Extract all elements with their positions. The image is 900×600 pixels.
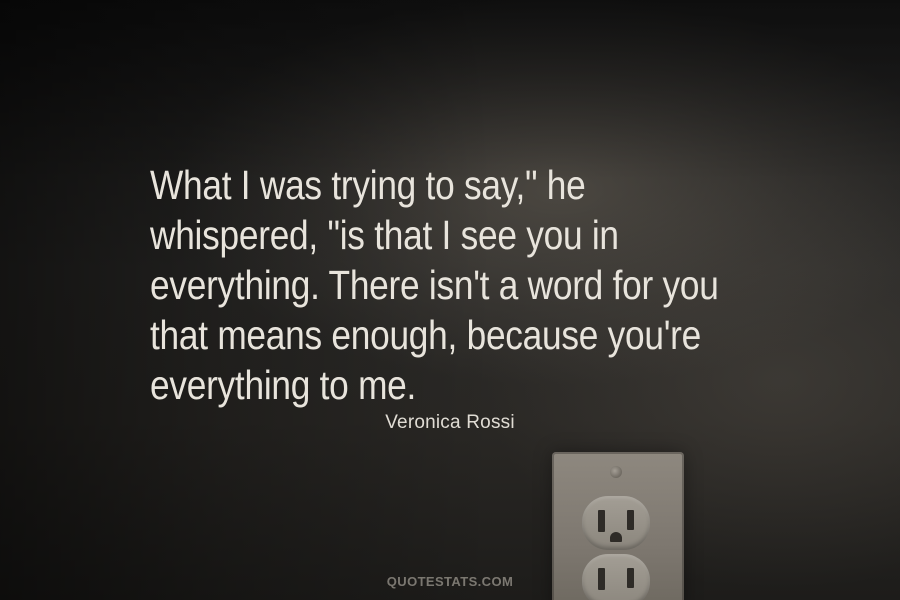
quote-line: everything. There isn't a word for you: [150, 262, 719, 308]
outlet-slot: [627, 510, 634, 530]
outlet-ground-hole: [610, 532, 622, 542]
site-watermark: QUOTESTATS.COM: [386, 574, 514, 589]
screw-icon: [610, 466, 622, 478]
quote-author: Veronica Rossi: [385, 412, 515, 433]
quote-line: that means enough, because you're: [150, 312, 702, 358]
quote-line: What I was trying to say," he: [150, 162, 586, 208]
outlet-slot: [598, 510, 605, 532]
quote-text: What I was trying to say," he whispered,…: [150, 160, 719, 410]
quote-card: What I was trying to say," he whispered,…: [0, 0, 900, 600]
quote-line: whispered, "is that I see you in: [150, 212, 619, 258]
outlet-socket-top: [582, 496, 650, 550]
quote-line: everything to me.: [150, 362, 417, 408]
